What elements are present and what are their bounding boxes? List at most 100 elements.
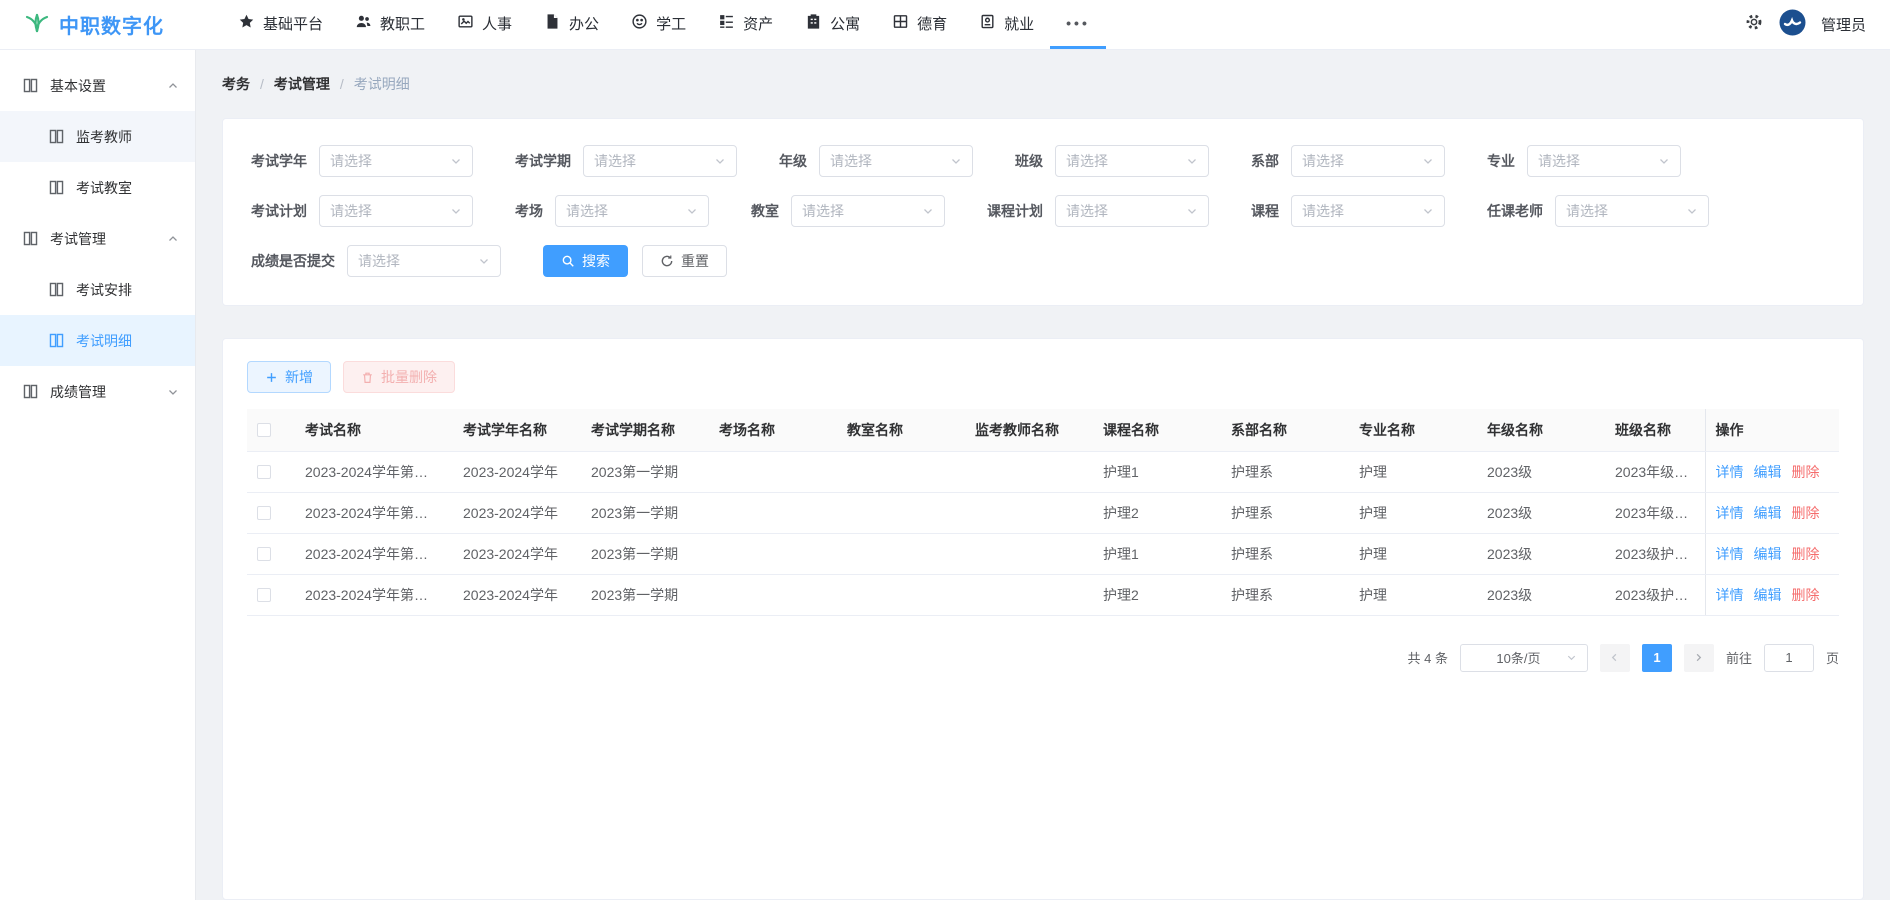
search-button[interactable]: 搜索 — [543, 245, 628, 277]
sidebar-item-invigilator-teacher[interactable]: 监考教师 — [0, 111, 195, 162]
page-size-select[interactable]: 10条/页 — [1460, 644, 1588, 672]
filter-field-class: 班级 请选择 — [1015, 145, 1209, 177]
reset-button[interactable]: 重置 — [642, 245, 727, 277]
detail-link[interactable]: 详情 — [1716, 546, 1744, 562]
chevron-down-icon — [714, 155, 726, 167]
settings-gear-icon[interactable] — [1744, 12, 1764, 37]
chevron-down-icon — [1186, 205, 1198, 217]
row-checkbox[interactable] — [257, 506, 271, 520]
chevron-down-icon — [478, 255, 490, 267]
row-checkbox[interactable] — [257, 465, 271, 479]
chevron-down-icon — [1422, 205, 1434, 217]
menu-book-icon — [48, 179, 65, 196]
edit-link[interactable]: 编辑 — [1754, 587, 1782, 603]
row-checkbox[interactable] — [257, 547, 271, 561]
exam-term-select[interactable]: 请选择 — [583, 145, 737, 177]
exam-plan-select[interactable]: 请选择 — [319, 195, 473, 227]
sidebar-group-score-management[interactable]: 成绩管理 — [0, 366, 195, 417]
batch-delete-button[interactable]: 批量删除 — [343, 361, 455, 393]
class-select[interactable]: 请选择 — [1055, 145, 1209, 177]
chevron-up-icon — [167, 233, 179, 245]
select-all-checkbox[interactable] — [257, 423, 271, 437]
col-exam-room: 考场名称 — [709, 409, 837, 451]
nav-item-more[interactable]: ••• — [1050, 0, 1106, 49]
edit-link[interactable]: 编辑 — [1754, 505, 1782, 521]
chevron-left-icon — [1609, 652, 1620, 663]
exam-room-select[interactable]: 请选择 — [555, 195, 709, 227]
goto-page-input[interactable] — [1764, 644, 1814, 672]
detail-link[interactable]: 详情 — [1716, 505, 1744, 521]
next-page-button[interactable] — [1684, 644, 1714, 672]
nav-item-employment[interactable]: 就业 — [963, 0, 1050, 49]
course-select[interactable]: 请选择 — [1291, 195, 1445, 227]
table-toolbar: 新增 批量删除 — [247, 361, 1839, 393]
filter-label: 教室 — [751, 201, 779, 221]
prev-page-button[interactable] — [1600, 644, 1630, 672]
nav-item-staff[interactable]: 教职工 — [339, 0, 441, 49]
score-submitted-select[interactable]: 请选择 — [347, 245, 501, 277]
primary-nav: 基础平台 教职工 人事 办公 学工 — [222, 0, 1106, 49]
sidebar-group-exam-management[interactable]: 考试管理 — [0, 213, 195, 264]
classroom-select[interactable]: 请选择 — [791, 195, 945, 227]
menu-book-icon — [22, 383, 39, 400]
detail-link[interactable]: 详情 — [1716, 464, 1744, 480]
filter-field-score-submitted: 成绩是否提交 请选择 — [251, 245, 501, 277]
breadcrumb-item-current: 考试明细 — [354, 74, 410, 94]
menu-book-icon — [48, 281, 65, 298]
username-label[interactable]: 管理员 — [1821, 14, 1866, 35]
col-exam-term: 考试学期名称 — [581, 409, 709, 451]
breadcrumb-item[interactable]: 考务 — [222, 74, 250, 94]
exam-year-select[interactable]: 请选择 — [319, 145, 473, 177]
filter-label: 系部 — [1251, 151, 1279, 171]
nav-item-office[interactable]: 办公 — [528, 0, 615, 49]
chevron-up-icon — [167, 80, 179, 92]
table-row: 2023-2024学年第… 2023-2024学年 2023第一学期 护理2 护… — [247, 574, 1839, 615]
delete-link[interactable]: 删除 — [1792, 505, 1820, 521]
sidebar-item-exam-detail[interactable]: 考试明细 — [0, 315, 195, 366]
add-button[interactable]: 新增 — [247, 361, 331, 393]
more-dots-icon: ••• — [1066, 15, 1090, 31]
nav-item-platform[interactable]: 基础平台 — [222, 0, 339, 49]
edit-link[interactable]: 编辑 — [1754, 464, 1782, 480]
nav-item-hr[interactable]: 人事 — [441, 0, 528, 49]
chevron-down-icon — [450, 205, 462, 217]
delete-link[interactable]: 删除 — [1792, 587, 1820, 603]
delete-link[interactable]: 删除 — [1792, 464, 1820, 480]
nav-item-apartment[interactable]: 公寓 — [789, 0, 876, 49]
table-row: 2023-2024学年第… 2023-2024学年 2023第一学期 护理2 护… — [247, 492, 1839, 533]
sidebar-item-exam-schedule[interactable]: 考试安排 — [0, 264, 195, 315]
sidebar-group-basic-settings[interactable]: 基本设置 — [0, 60, 195, 111]
breadcrumb-item[interactable]: 考试管理 — [274, 74, 330, 94]
filter-field-exam-term: 考试学期 请选择 — [515, 145, 737, 177]
main-content: 考务 / 考试管理 / 考试明细 考试学年 请选择 考试学期 请选择 — [196, 50, 1890, 900]
app-logo[interactable]: 中职数字化 — [24, 0, 204, 49]
user-avatar[interactable] — [1779, 9, 1806, 41]
course-plan-select[interactable]: 请选择 — [1055, 195, 1209, 227]
nav-item-assets[interactable]: 资产 — [702, 0, 789, 49]
chevron-down-icon — [1422, 155, 1434, 167]
sidebar-item-exam-classroom[interactable]: 考试教室 — [0, 162, 195, 213]
edit-link[interactable]: 编辑 — [1754, 546, 1782, 562]
major-select[interactable]: 请选择 — [1527, 145, 1681, 177]
col-classroom: 教室名称 — [837, 409, 965, 451]
nav-item-student[interactable]: 学工 — [615, 0, 702, 49]
col-course: 课程名称 — [1093, 409, 1221, 451]
filter-field-teacher: 任课老师 请选择 — [1487, 195, 1709, 227]
filter-field-classroom: 教室 请选择 — [751, 195, 945, 227]
building-icon — [805, 13, 822, 34]
department-select[interactable]: 请选择 — [1291, 145, 1445, 177]
top-navbar: 中职数字化 基础平台 教职工 人事 办公 — [0, 0, 1890, 50]
navbar-right: 管理员 — [1744, 0, 1866, 49]
menu-book-icon — [22, 77, 39, 94]
row-checkbox[interactable] — [257, 588, 271, 602]
grade-select[interactable]: 请选择 — [819, 145, 973, 177]
plant-logo-icon — [24, 10, 50, 39]
filter-field-exam-plan: 考试计划 请选择 — [251, 195, 473, 227]
teacher-select[interactable]: 请选择 — [1555, 195, 1709, 227]
nav-item-moral[interactable]: 德育 — [876, 0, 963, 49]
page-number-1[interactable]: 1 — [1642, 644, 1672, 672]
filter-label: 成绩是否提交 — [251, 251, 335, 271]
delete-link[interactable]: 删除 — [1792, 546, 1820, 562]
col-actions: 操作 — [1705, 409, 1839, 451]
detail-link[interactable]: 详情 — [1716, 587, 1744, 603]
